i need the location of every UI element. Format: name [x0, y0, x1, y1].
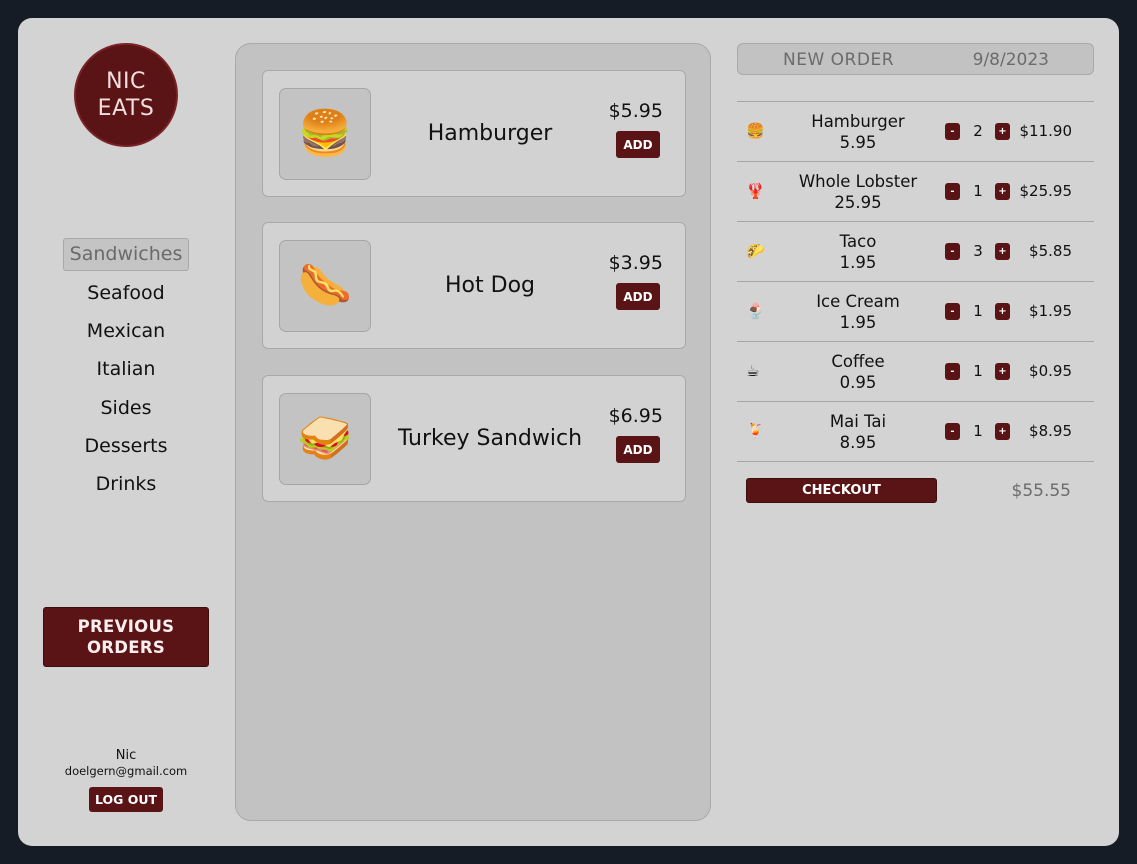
order-date: 9/8/2023 [972, 50, 1049, 70]
increase-quantity-button[interactable]: + [995, 363, 1010, 380]
cocktail-icon: 🍹 [746, 422, 765, 440]
category-italian[interactable]: Italian [18, 350, 234, 388]
category-mexican[interactable]: Mexican [18, 312, 234, 350]
order-item-price: 1.95 [839, 253, 877, 272]
order-item-name: Hamburger [811, 112, 905, 131]
increase-quantity-button[interactable]: + [995, 123, 1010, 140]
order-item-total: $8.95 [1029, 422, 1072, 440]
order-item-price: 25.95 [834, 193, 882, 212]
order-item-total: $25.95 [1019, 182, 1073, 200]
category-seafood[interactable]: Seafood [18, 274, 234, 312]
order-item-quantity: 1 [973, 422, 983, 440]
menu-item-price: $6.95 [608, 405, 663, 427]
order-item-price: 5.95 [839, 133, 877, 152]
order-item-name: Taco [839, 232, 877, 251]
lobster-icon: 🦞 [746, 182, 765, 200]
increase-quantity-button[interactable]: + [995, 243, 1010, 260]
order-item-quantity: 1 [973, 182, 983, 200]
order-item-name: Whole Lobster [798, 172, 918, 191]
order-row: 🦞 Whole Lobster 25.95 - 1 + $25.95 [737, 162, 1094, 222]
previous-orders-button[interactable]: PREVIOUS ORDERS [43, 607, 209, 667]
menu-item-price: $5.95 [608, 100, 663, 122]
previous-orders-label: PREVIOUS ORDERS [78, 616, 175, 658]
add-turkey-sandwich-button[interactable]: ADD [616, 436, 660, 463]
order-row: ☕ Coffee 0.95 - 1 + $0.95 [737, 342, 1094, 402]
decrease-quantity-button[interactable]: - [945, 363, 960, 380]
hamburger-icon: 🍔 [279, 88, 371, 180]
order-item-total: $1.95 [1029, 302, 1072, 320]
increase-quantity-button[interactable]: + [995, 423, 1010, 440]
previous-orders-label-line2: ORDERS [86, 638, 166, 657]
order-grand-total: $55.55 [1011, 481, 1071, 501]
app-window: NIC EATS Sandwiches Seafood Mexican Ital… [18, 18, 1119, 846]
order-item-name: Mai Tai [829, 412, 887, 431]
increase-quantity-button[interactable]: + [995, 183, 1010, 200]
order-list: 🍔 Hamburger 5.95 - 2 + $11.90 🦞 Whole Lo… [737, 101, 1094, 462]
previous-orders-label-line1: PREVIOUS [77, 617, 175, 636]
menu-item-card: 🍔 Hamburger $5.95 ADD [262, 70, 686, 197]
order-title: NEW ORDER [783, 50, 895, 70]
order-item-name: Ice Cream [816, 292, 900, 311]
decrease-quantity-button[interactable]: - [945, 243, 960, 260]
add-hamburger-button[interactable]: ADD [616, 131, 660, 158]
coffee-icon: ☕ [746, 362, 760, 380]
user-name: Nic [115, 748, 137, 763]
category-drinks[interactable]: Drinks [18, 465, 234, 503]
order-item-total: $11.90 [1019, 122, 1073, 140]
hamburger-icon: 🍔 [746, 122, 765, 140]
category-sandwiches[interactable]: Sandwiches [63, 238, 189, 271]
increase-quantity-button[interactable]: + [995, 303, 1010, 320]
sandwich-icon: 🥪 [279, 393, 371, 485]
order-item-total: $0.95 [1029, 362, 1072, 380]
order-item-quantity: 3 [973, 242, 983, 260]
category-desserts[interactable]: Desserts [18, 427, 234, 465]
user-email: doelgern@gmail.com [64, 764, 188, 778]
menu-panel: 🍔 Hamburger $5.95 ADD 🌭 Hot Dog $3.95 AD… [235, 43, 711, 821]
menu-item-name: Turkey Sandwich [397, 426, 583, 451]
brand-logo: NIC EATS [74, 43, 178, 147]
order-row: 🌮 Taco 1.95 - 3 + $5.85 [737, 222, 1094, 282]
taco-icon: 🌮 [746, 242, 765, 260]
menu-item-name: Hamburger [427, 121, 553, 146]
hot-dog-icon: 🌭 [279, 240, 371, 332]
menu-item-name: Hot Dog [445, 273, 535, 298]
order-item-price: 8.95 [839, 433, 877, 452]
brand-logo-line1: NIC [106, 69, 146, 94]
decrease-quantity-button[interactable]: - [945, 303, 960, 320]
logout-button[interactable]: LOG OUT [89, 787, 163, 812]
brand-logo-line2: EATS [97, 96, 155, 121]
menu-item-price: $3.95 [608, 252, 663, 274]
category-nav: Sandwiches Seafood Mexican Italian Sides… [18, 238, 234, 503]
decrease-quantity-button[interactable]: - [945, 123, 960, 140]
order-row: 🍹 Mai Tai 8.95 - 1 + $8.95 [737, 402, 1094, 462]
order-item-name: Coffee [831, 352, 885, 371]
decrease-quantity-button[interactable]: - [945, 183, 960, 200]
order-row: 🍨 Ice Cream 1.95 - 1 + $1.95 [737, 282, 1094, 342]
order-item-quantity: 2 [973, 122, 983, 140]
order-row: 🍔 Hamburger 5.95 - 2 + $11.90 [737, 102, 1094, 162]
order-item-price: 1.95 [839, 313, 877, 332]
order-item-price: 0.95 [839, 373, 877, 392]
add-hot-dog-button[interactable]: ADD [616, 283, 660, 310]
order-item-total: $5.85 [1029, 242, 1072, 260]
category-sides[interactable]: Sides [18, 389, 234, 427]
ice-cream-icon: 🍨 [746, 302, 765, 320]
menu-item-card: 🥪 Turkey Sandwich $6.95 ADD [262, 375, 686, 502]
decrease-quantity-button[interactable]: - [945, 423, 960, 440]
checkout-button[interactable]: CHECKOUT [746, 478, 937, 503]
menu-item-card: 🌭 Hot Dog $3.95 ADD [262, 222, 686, 349]
order-item-quantity: 1 [973, 362, 983, 380]
order-item-quantity: 1 [973, 302, 983, 320]
order-header: NEW ORDER 9/8/2023 [737, 43, 1094, 75]
